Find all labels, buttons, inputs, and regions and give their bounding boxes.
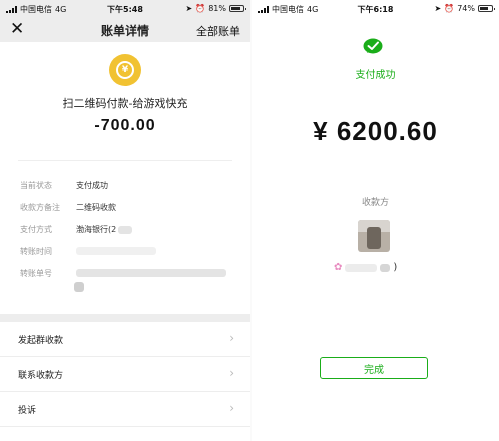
payment-amount: ¥ 6200.60: [313, 116, 438, 146]
alarm-icon: ⏰: [444, 4, 455, 13]
done-button[interactable]: 完成: [320, 357, 428, 379]
bill-detail-screen: 中国电信 4G 下午5:48 ➤ ⏰ 81% ✕ 账单详情 全部账单 ¥ 扫二维…: [0, 0, 250, 441]
divider: [18, 160, 232, 161]
menu-label: 联系收款方: [18, 371, 64, 381]
location-icon: ➤: [434, 4, 442, 13]
chevron-right-icon: ›: [229, 366, 234, 380]
status-bar: 中国电信 4G 下午5:48 ➤ ⏰ 81%: [0, 0, 250, 18]
location-icon: ➤: [185, 4, 193, 13]
redacted-text: [118, 225, 133, 234]
detail-label: 当前状态: [20, 181, 52, 190]
detail-label: 转账单号: [20, 269, 52, 278]
battery-percent: 81%: [208, 4, 226, 13]
detail-value: 渤海银行(2: [76, 225, 117, 234]
redacted-text: [74, 282, 84, 292]
redacted-text: [380, 263, 391, 272]
bill-amount: -700.00: [94, 117, 156, 134]
redacted-text: [76, 246, 156, 255]
detail-value: 支付成功: [76, 181, 108, 190]
payee-label: 收款方: [361, 198, 389, 208]
menu-more[interactable]: [0, 427, 250, 441]
menu-label: 投诉: [18, 406, 37, 416]
redacted-text: [76, 268, 226, 277]
battery-icon: [478, 5, 495, 12]
success-chat-icon: [363, 38, 383, 54]
payee-name: ✿ ): [334, 262, 397, 273]
detail-label: 转账时间: [20, 247, 52, 256]
battery-percent: 74%: [457, 4, 475, 13]
menu-group-collect[interactable]: 发起群收款 ›: [0, 322, 250, 356]
payee-name-suffix: ): [393, 262, 398, 273]
detail-label: 支付方式: [20, 225, 52, 234]
payment-success-screen: 中国电信 4G 下午6:18 ➤ ⏰ 74% 支付成功 ¥ 6200.60 收款…: [252, 0, 499, 441]
navbar: ✕ 账单详情 全部账单: [0, 18, 250, 42]
chevron-right-icon: ›: [229, 401, 234, 415]
menu-contact-payee[interactable]: 联系收款方 ›: [0, 357, 250, 391]
battery-icon: [229, 5, 246, 12]
detail-value: 二维码收款: [76, 203, 116, 212]
merchant-name: 扫二维码付款-给游戏快充: [62, 97, 188, 110]
avatar: [358, 220, 390, 252]
redacted-text: [345, 263, 378, 272]
status-bar: 中国电信 4G 下午6:18 ➤ ⏰ 74%: [252, 0, 499, 18]
detail-label: 收款方备注: [20, 203, 60, 212]
alarm-icon: ⏰: [195, 4, 206, 13]
coin-icon: ¥: [109, 54, 141, 86]
chevron-right-icon: ›: [229, 331, 234, 345]
bill-card: ¥ 扫二维码付款-给游戏快充 -700.00 当前状态 支付成功 收款方备注 二…: [0, 42, 250, 314]
menu-label: 发起群收款: [18, 336, 64, 346]
all-bills-link[interactable]: 全部账单: [196, 23, 240, 39]
menu-complaint[interactable]: 投诉 ›: [0, 392, 250, 426]
payment-status: 支付成功: [355, 70, 396, 81]
flower-emoji-icon: ✿: [334, 262, 343, 273]
